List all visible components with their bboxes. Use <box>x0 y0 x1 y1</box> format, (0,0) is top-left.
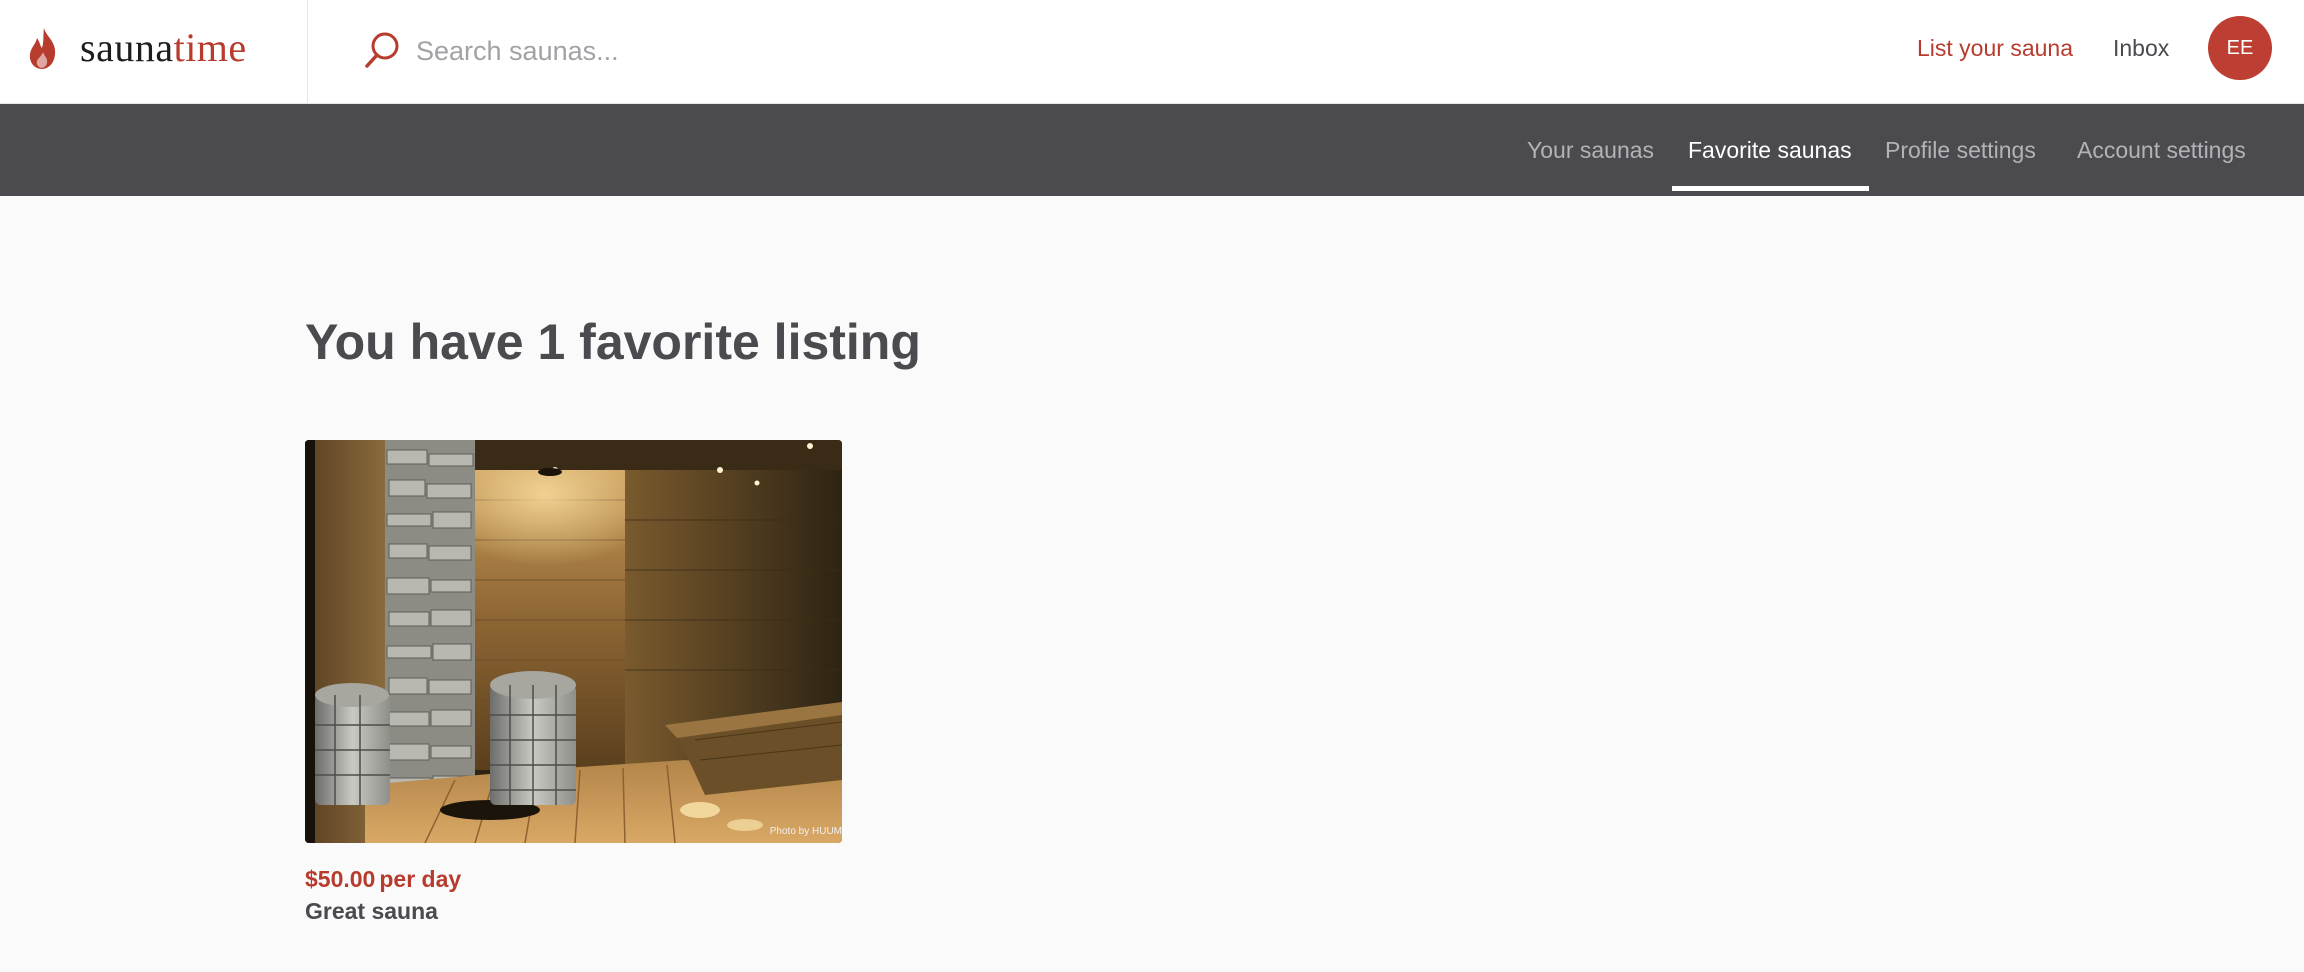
photo-credit: Photo by HUUM <box>769 826 842 837</box>
avatar[interactable]: EE <box>2208 16 2272 80</box>
tab-your-saunas[interactable]: Your saunas <box>1527 104 1654 196</box>
logo-wordmark-part1: sauna <box>80 25 174 70</box>
list-your-sauna-link[interactable]: List your sauna <box>1917 32 2073 64</box>
logo-wordmark-part2: time <box>173 25 247 70</box>
avatar-initials: EE <box>2226 36 2254 59</box>
top-bar: saunatime List your sauna Inbox EE <box>0 0 2304 104</box>
active-tab-indicator <box>1672 186 1869 191</box>
tab-favorite-saunas[interactable]: Favorite saunas <box>1688 104 1852 196</box>
account-subnav: Your saunas Favorite saunas Profile sett… <box>0 104 2304 196</box>
inbox-link[interactable]: Inbox <box>2113 32 2169 64</box>
tab-profile-settings[interactable]: Profile settings <box>1885 104 2036 196</box>
flame-icon <box>29 28 56 69</box>
listing-price: $50.00 per day <box>305 864 461 894</box>
listing-price-amount: $50.00 <box>305 866 376 892</box>
tab-account-settings[interactable]: Account settings <box>2077 104 2246 196</box>
page-title: You have 1 favorite listing <box>305 314 921 370</box>
logo-link[interactable]: saunatime <box>0 0 308 104</box>
search-input[interactable] <box>414 26 1118 76</box>
listing-title[interactable]: Great sauna <box>305 896 438 926</box>
sauna-photo <box>305 440 842 843</box>
search-icon[interactable] <box>362 30 402 70</box>
logo-wordmark: saunatime <box>80 22 247 74</box>
listing-image[interactable]: Photo by HUUM <box>305 440 842 843</box>
listing-price-unit: per day <box>379 866 462 892</box>
